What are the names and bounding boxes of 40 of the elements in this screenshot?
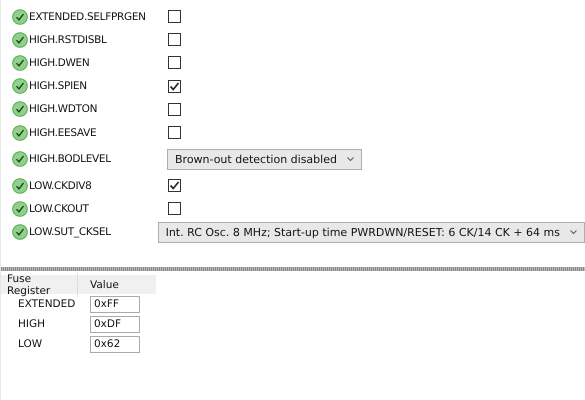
dropdown[interactable]: Int. RC Osc. 8 MHz; Start-up time PWRDWN/RESET: 6 CK/14 CK + 64 ms [158,222,585,243]
fuse-name: HIGH.EESAVE [29,126,96,139]
fuse-name: HIGH.BODLEVEL [29,153,111,166]
chevron-icon [346,156,354,162]
column-header[interactable]: Value [78,278,119,290]
register-name: LOW [17,338,44,350]
value-field[interactable]: 0xFF [90,296,140,312]
check-circle-icon [12,200,28,217]
check-circle-icon [12,8,28,25]
check-circle-icon [12,32,28,48]
checkbox[interactable] [168,202,181,216]
check-circle-icon [12,54,28,71]
checkbox[interactable] [168,126,181,140]
register-name: EXTENDED [17,298,76,310]
check-circle-icon [12,178,28,194]
fuse-name: HIGH.RSTDISBL [29,34,107,46]
fuse-name: HIGH.DWEN [29,56,90,69]
checkbox[interactable] [168,80,181,93]
check-circle-icon [12,224,28,240]
column-header[interactable]: Fuse Register [1,272,78,296]
fuse-name: EXTENDED.SELFPRGEN [29,10,146,23]
checkbox[interactable] [168,56,181,70]
fuse-name: HIGH.WDTON [29,103,98,116]
check-circle-icon [12,101,28,118]
checkbox[interactable] [168,102,181,116]
checkbox[interactable] [168,179,181,192]
checkbox[interactable] [168,33,181,46]
value-field[interactable]: 0xDF [90,316,140,332]
value-field[interactable]: 0x62 [90,336,140,352]
checkbox[interactable] [168,10,181,24]
register-name: HIGH [17,318,46,330]
chevron-icon [570,230,577,235]
fuse-name: LOW.SUT_CKSEL [29,226,111,238]
fuse-name: HIGH.SPIEN [29,80,87,92]
check-circle-icon [12,151,28,168]
check-circle-icon [12,124,28,141]
fuse-name: LOW.CKOUT [29,202,89,215]
fuse-name: LOW.CKDIV8 [29,180,92,192]
dropdown[interactable]: Brown-out detection disabled [167,148,362,170]
check-circle-icon [12,78,28,94]
